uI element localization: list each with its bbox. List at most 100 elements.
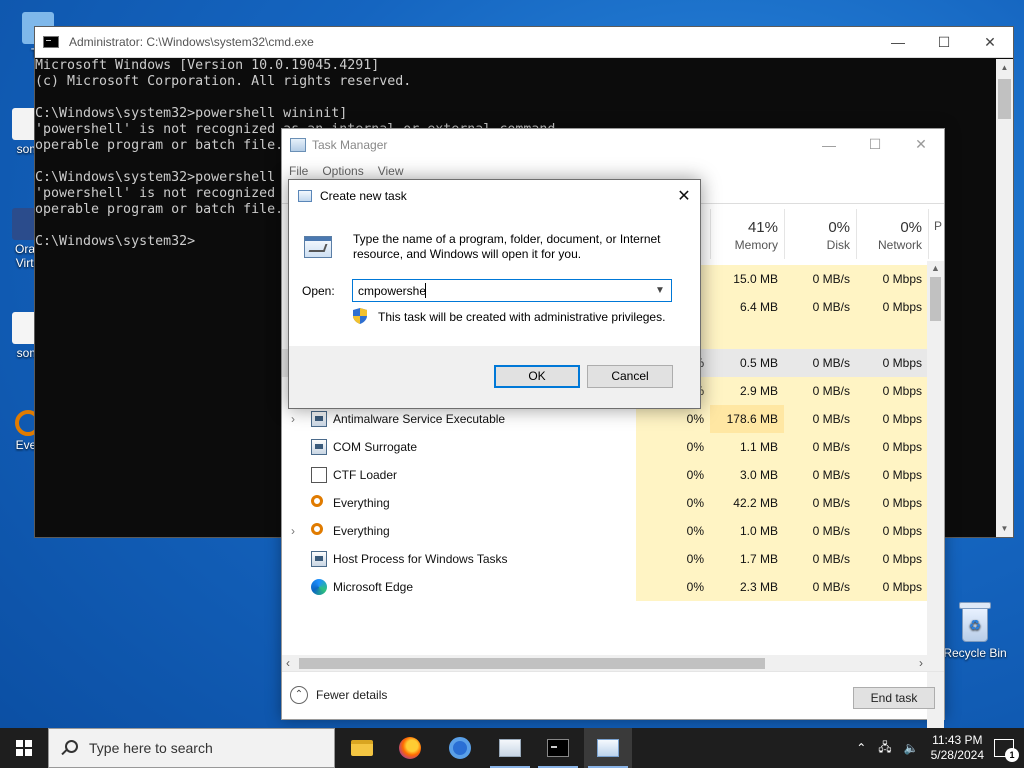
scroll-thumb[interactable] — [998, 79, 1011, 119]
menu-file[interactable]: File — [289, 164, 308, 178]
console-line: C:\Windows\system32>powershell wininit] — [35, 106, 348, 121]
start-button[interactable] — [0, 728, 48, 768]
cpu-cell: 0% — [636, 433, 710, 461]
taskbar-file-explorer[interactable] — [338, 728, 386, 768]
create-new-task-dialog[interactable]: Create new task ✕ Type the name of a pro… — [288, 179, 701, 409]
memory-cell: 1.1 MB — [710, 433, 784, 461]
network-cell: 0 Mbps — [856, 461, 927, 489]
menu-view[interactable]: View — [378, 164, 404, 178]
table-row[interactable]: Host Process for Windows Tasks 0% 1.7 MB 0 … — [282, 545, 927, 573]
system-tray: ⌃ 🖧 🔈 11:43 PM 5/28/2024 1 — [850, 728, 1024, 768]
task-manager-icon — [499, 739, 521, 757]
process-list-hscrollbar[interactable]: ‹ › — [282, 655, 927, 672]
cpu-cell: 0% — [636, 489, 710, 517]
clock[interactable]: 11:43 PM 5/28/2024 — [931, 733, 984, 763]
taskbar-search[interactable]: Type here to search — [48, 728, 335, 768]
network-cell: 0 Mbps — [856, 349, 927, 377]
column-disk[interactable]: 0% Disk — [784, 209, 856, 259]
maximize-button[interactable]: ☐ — [852, 129, 898, 160]
network-cell — [856, 321, 927, 349]
scroll-up-icon[interactable]: ▲ — [927, 263, 944, 273]
column-power[interactable]: P — [928, 209, 944, 259]
process-name: COM Surrogate — [333, 440, 418, 454]
end-task-button[interactable]: End task — [853, 687, 935, 709]
taskbar-cmd[interactable] — [534, 728, 582, 768]
memory-cell: 2.3 MB — [710, 573, 784, 601]
taskbar-task-manager[interactable] — [486, 728, 534, 768]
column-network[interactable]: 0% Network — [856, 209, 928, 259]
taskbar-firefox[interactable] — [386, 728, 434, 768]
memory-cell: 6.4 MB — [710, 293, 784, 321]
minimize-button[interactable]: — — [875, 27, 921, 57]
process-name: CTF Loader — [333, 468, 398, 482]
close-button[interactable]: ✕ — [967, 27, 1013, 57]
task-manager-titlebar[interactable]: Task Manager — ☐ ✕ — [282, 129, 944, 160]
close-button[interactable]: ✕ — [898, 129, 944, 160]
scroll-right-icon[interactable]: › — [919, 656, 923, 670]
recycle-bin-label: Recycle Bin — [943, 646, 1007, 660]
disk-cell: 0 MB/s — [784, 377, 856, 405]
column-memory[interactable]: 41% Memory — [710, 209, 784, 259]
disk-cell: 0 MB/s — [784, 405, 856, 433]
run-program-icon — [302, 232, 334, 264]
open-combobox[interactable]: cmpowershe ▼ — [352, 279, 672, 302]
table-row[interactable]: Everything 0% 42.2 MB 0 MB/s 0 Mbps — [282, 489, 927, 517]
table-row[interactable]: CTF Loader 0% 3.0 MB 0 MB/s 0 Mbps — [282, 461, 927, 489]
table-row[interactable]: Microsoft Edge 0% 2.3 MB 0 MB/s 0 Mbps — [282, 573, 927, 601]
desktop-icon-recycle-bin[interactable]: ♻ Recycle Bin — [942, 600, 1008, 660]
scroll-down-icon[interactable]: ▼ — [996, 520, 1013, 537]
cpu-cell: 0% — [636, 405, 710, 433]
cmd-titlebar[interactable]: Administrator: C:\Windows\system32\cmd.e… — [35, 27, 1013, 58]
taskbar: Type here to search ⌃ 🖧 🔈 11:43 PM 5/28/… — [0, 728, 1024, 768]
cmd-scrollbar[interactable]: ▲ ▼ — [996, 59, 1013, 537]
chevron-right-icon[interactable]: › — [291, 524, 301, 538]
volume-icon[interactable]: 🔈 — [904, 741, 919, 755]
memory-cell: 1.7 MB — [710, 545, 784, 573]
table-row[interactable]: COM Surrogate 0% 1.1 MB 0 MB/s 0 Mbps — [282, 433, 927, 461]
cpu-cell: 0% — [636, 573, 710, 601]
cpu-cell: 0% — [636, 545, 710, 573]
minimize-button[interactable]: — — [806, 129, 852, 160]
fewer-details-button[interactable]: ⌃ Fewer details — [290, 686, 387, 704]
network-cell: 0 Mbps — [856, 573, 927, 601]
memory-cell: 2.9 MB — [710, 377, 784, 405]
scroll-thumb[interactable] — [930, 277, 941, 321]
table-row[interactable]: › Antimalware Service Executable 0% 178.6 M… — [282, 405, 927, 433]
process-name: Antimalware Service Executable — [333, 412, 506, 426]
dialog-titlebar[interactable]: Create new task ✕ — [289, 180, 700, 211]
taskbar-run-dialog[interactable] — [584, 728, 632, 768]
cmd-app-icon — [43, 36, 59, 48]
cpu-cell: 0% — [636, 461, 710, 489]
menu-options[interactable]: Options — [322, 164, 363, 178]
scroll-up-icon[interactable]: ▲ — [996, 59, 1013, 76]
memory-cell: 0.5 MB — [710, 349, 784, 377]
notification-icon[interactable]: 1 — [994, 739, 1019, 762]
network-icon[interactable]: 🖧 — [878, 738, 891, 759]
dialog-close-button[interactable]: ✕ — [668, 180, 700, 211]
network-cell: 0 Mbps — [856, 265, 927, 293]
memory-cell: 15.0 MB — [710, 265, 784, 293]
ok-button[interactable]: OK — [494, 365, 580, 388]
chevron-down-icon[interactable]: ▼ — [651, 281, 669, 300]
ctf-icon — [311, 467, 327, 483]
taskbar-chromium[interactable] — [436, 728, 484, 768]
table-row[interactable]: › Everything 0% 1.0 MB 0 MB/s 0 Mbps — [282, 517, 927, 545]
chevron-right-icon[interactable]: › — [291, 412, 301, 426]
disk-cell: 0 MB/s — [784, 265, 856, 293]
windows-logo-icon — [16, 740, 32, 756]
disk-cell: 0 MB/s — [784, 545, 856, 573]
network-cell: 0 Mbps — [856, 293, 927, 321]
service-icon — [311, 439, 327, 455]
maximize-button[interactable]: ☐ — [921, 27, 967, 57]
chevron-up-icon[interactable]: ⌃ — [856, 741, 866, 755]
scroll-left-icon[interactable]: ‹ — [286, 656, 290, 670]
hscroll-thumb[interactable] — [299, 658, 765, 669]
disk-cell: 0 MB/s — [784, 489, 856, 517]
cancel-button[interactable]: Cancel — [587, 365, 673, 388]
admin-privileges-note: This task will be created with administr… — [378, 310, 666, 324]
text-caret — [425, 283, 426, 298]
open-input[interactable]: cmpowershe — [358, 284, 426, 298]
everything-icon — [311, 523, 323, 535]
disk-cell: 0 MB/s — [784, 573, 856, 601]
